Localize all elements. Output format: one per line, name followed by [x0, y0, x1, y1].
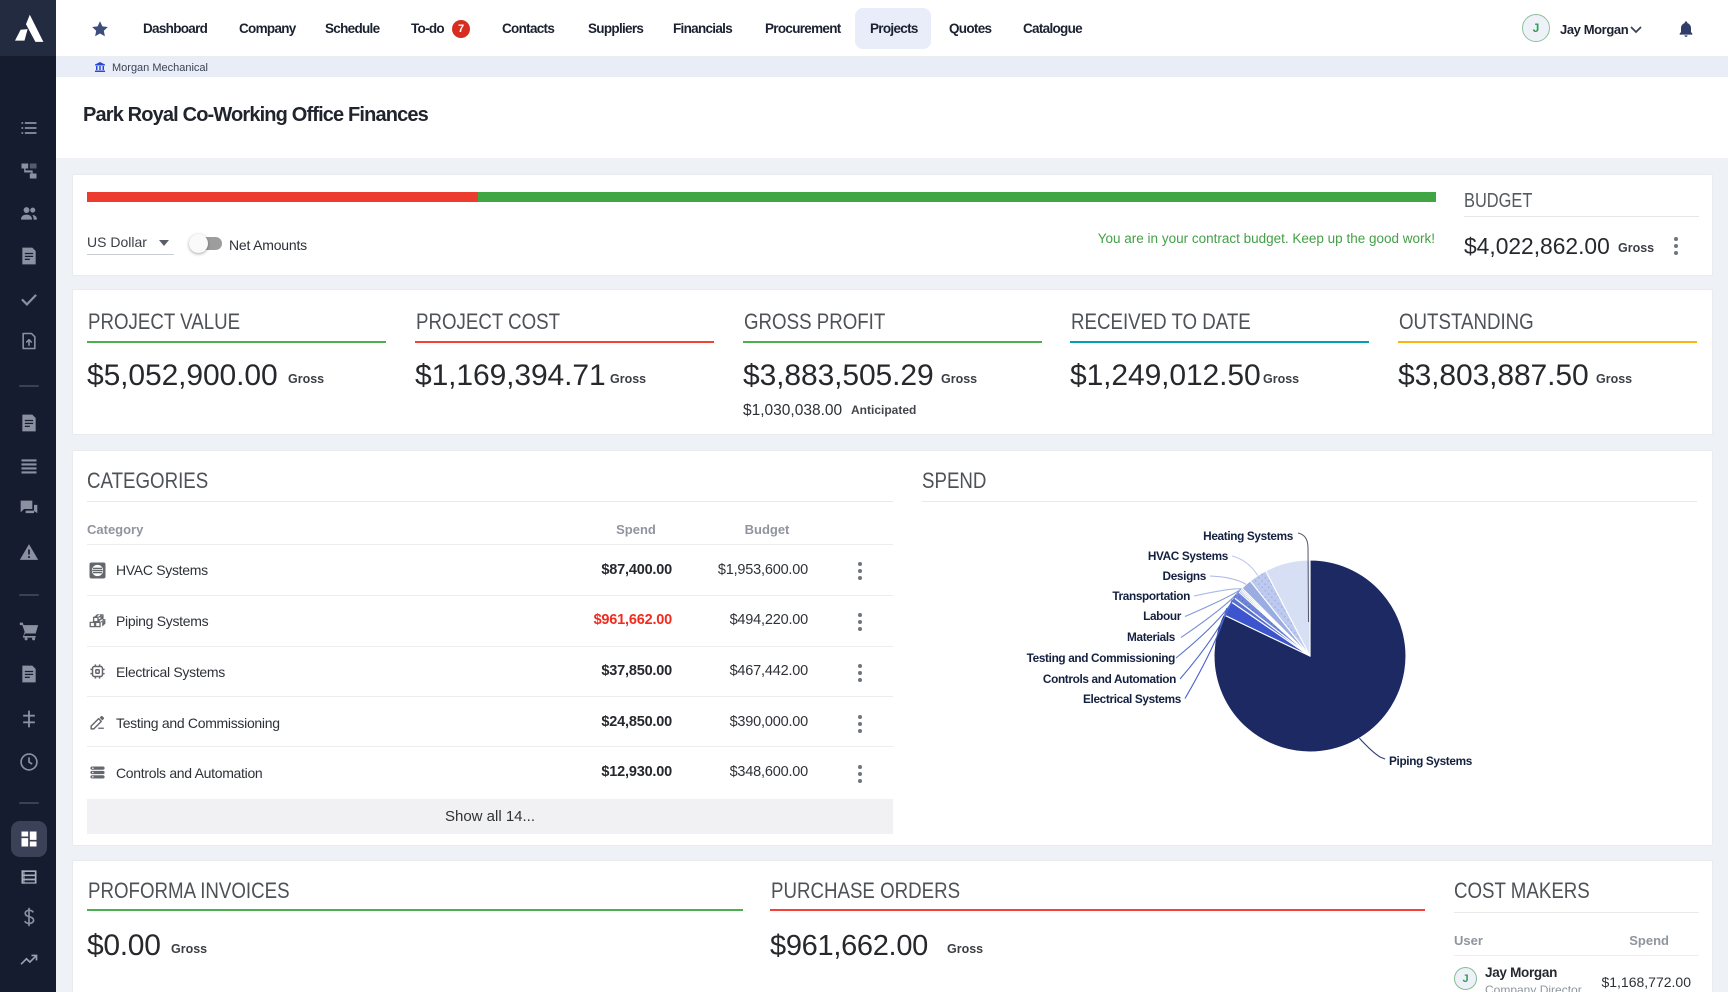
- svg-text:Piping Systems: Piping Systems: [1389, 754, 1473, 768]
- svg-text:Designs: Designs: [1163, 569, 1207, 583]
- svg-text:Transportation: Transportation: [1112, 589, 1190, 603]
- svg-text:Testing and Commissioning: Testing and Commissioning: [1027, 651, 1175, 665]
- svg-text:Labour: Labour: [1143, 609, 1182, 623]
- svg-text:Controls and Automation: Controls and Automation: [1043, 672, 1176, 686]
- svg-text:Electrical Systems: Electrical Systems: [1083, 692, 1182, 706]
- svg-text:Heating Systems: Heating Systems: [1203, 529, 1294, 543]
- svg-text:Materials: Materials: [1127, 630, 1176, 644]
- svg-text:HVAC Systems: HVAC Systems: [1148, 549, 1229, 563]
